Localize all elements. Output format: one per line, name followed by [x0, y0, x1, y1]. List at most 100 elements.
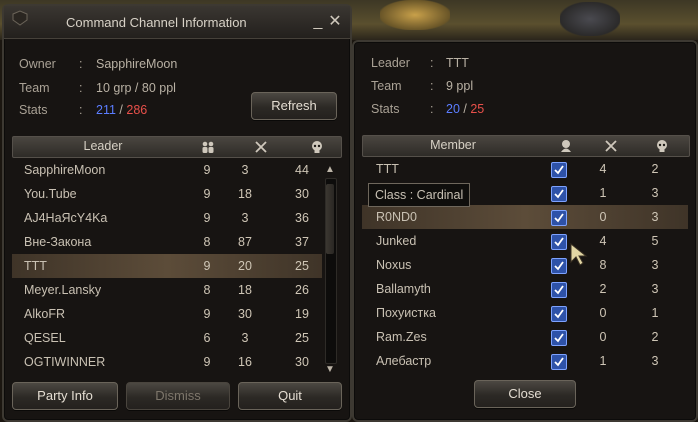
class-checkbox-icon[interactable] — [551, 330, 567, 346]
separator: : — [430, 56, 434, 70]
refresh-button[interactable]: Refresh — [251, 92, 337, 120]
stats-label: Stats — [371, 102, 400, 116]
window-title: Command Channel Information — [66, 15, 247, 30]
class-tooltip: Class : Cardinal — [368, 183, 471, 207]
deaths-count: 3 — [651, 186, 659, 200]
leader-name: Вне-Закона — [24, 235, 92, 249]
close-x-button[interactable]: ✕ — [327, 14, 343, 30]
separator: : — [430, 102, 434, 116]
leader-row[interactable]: SapphireMoon 9 3 44 — [12, 158, 322, 182]
class-checkbox-icon[interactable] — [551, 306, 567, 322]
class-checkbox-icon[interactable] — [551, 162, 567, 178]
class-checkbox-icon[interactable] — [551, 258, 567, 274]
deaths-count: 5 — [651, 234, 659, 248]
crossed-swords-icon[interactable] — [254, 140, 268, 154]
leader-row[interactable]: Вне-Закона 8 87 37 — [12, 230, 322, 254]
class-checkbox-icon[interactable] — [551, 210, 567, 226]
stats-label: Stats — [19, 103, 48, 117]
class-checkbox-icon[interactable] — [551, 186, 567, 202]
member-name: Ram.Zes — [376, 330, 427, 344]
leader-row[interactable]: Meyer.Lansky 8 18 26 — [12, 278, 322, 302]
deaths-count: 19 — [295, 307, 309, 321]
member-name: R0ND0 — [376, 210, 417, 224]
leader-row[interactable]: QESEL 6 3 25 — [12, 326, 322, 350]
mouse-cursor-icon — [570, 242, 588, 266]
leader-name: TTT — [24, 259, 47, 273]
stats-current: 20 — [446, 102, 460, 116]
leader-row[interactable]: OGTIWINNER 9 16 30 — [12, 350, 322, 374]
stats-slash: / — [463, 102, 467, 116]
leader-row[interactable]: TTT 9 20 25 — [12, 254, 322, 278]
close-button[interactable]: Close — [474, 380, 576, 408]
leader-name: Meyer.Lansky — [24, 283, 102, 297]
quit-button[interactable]: Quit — [238, 382, 342, 410]
leader-name: AJ4HaЯcY4Ka — [24, 211, 108, 225]
deaths-count: 30 — [295, 355, 309, 369]
member-row[interactable]: Noxus 8 3 — [362, 253, 688, 277]
member-row[interactable]: Похуистка 0 1 — [362, 301, 688, 325]
class-checkbox-icon[interactable] — [551, 282, 567, 298]
deaths-count: 2 — [651, 330, 659, 344]
column-leader[interactable]: Leader — [43, 139, 163, 153]
class-checkbox-icon[interactable] — [551, 234, 567, 250]
separator: : — [79, 81, 83, 95]
separator: : — [430, 79, 434, 93]
party-members-icon[interactable] — [201, 140, 215, 154]
party-size: 8 — [203, 283, 211, 297]
party-members-window: Leader : TTT Team : 9 ppl Stats : 20 / 2… — [352, 40, 698, 422]
stats-value: 211 / 286 — [96, 103, 147, 117]
team-value: 9 ppl — [446, 79, 474, 93]
kills-count: 18 — [238, 187, 252, 201]
scroll-up-icon[interactable]: ▲ — [324, 164, 336, 176]
member-row[interactable]: Алебастр 1 3 — [362, 349, 688, 373]
leader-row[interactable]: You.Tube 9 18 30 — [12, 182, 322, 206]
window-titlebar[interactable]: Command Channel Information _ ✕ — [4, 6, 350, 39]
leader-list: SapphireMoon 9 3 44 You.Tube 9 18 30 AJ4HaЯcY4Ka… — [12, 158, 322, 374]
member-row[interactable]: Ballamyth 2 3 — [362, 277, 688, 301]
owner-label: Owner — [19, 57, 56, 71]
dismiss-button[interactable]: Dismiss — [126, 382, 230, 410]
column-member[interactable]: Member — [393, 138, 513, 152]
kills-count: 4 — [599, 234, 607, 248]
member-row[interactable]: TTT 4 2 — [362, 157, 688, 181]
game-character-sprite — [380, 0, 450, 30]
minimize-button[interactable]: _ — [310, 14, 326, 30]
stats-slash: / — [119, 103, 123, 117]
member-row[interactable]: R0ND0 0 3 — [362, 205, 688, 229]
kills-count: 18 — [238, 283, 252, 297]
party-size: 9 — [203, 211, 211, 225]
leader-name: QESEL — [24, 331, 66, 345]
party-size: 9 — [203, 163, 211, 177]
member-name: TTT — [376, 162, 399, 176]
game-character-sprite — [560, 2, 620, 36]
deaths-count: 3 — [651, 354, 659, 368]
leader-list-scrollbar[interactable]: ▲ ▼ — [322, 164, 338, 376]
deaths-count: 1 — [651, 306, 659, 320]
class-checkbox-icon[interactable] — [551, 354, 567, 370]
party-info-button[interactable]: Party Info — [12, 382, 118, 410]
deaths-count: 36 — [295, 211, 309, 225]
kills-count: 8 — [599, 258, 607, 272]
crossed-swords-icon[interactable] — [604, 139, 618, 153]
command-channel-window: Command Channel Information _ ✕ Owner : … — [2, 4, 352, 422]
kills-count: 3 — [241, 163, 249, 177]
party-size: 9 — [203, 307, 211, 321]
stats-max: 286 — [126, 103, 148, 117]
skull-icon[interactable] — [310, 140, 324, 154]
kills-count: 3 — [241, 211, 249, 225]
member-row[interactable]: Ram.Zes 0 2 — [362, 325, 688, 349]
team-label: Team — [19, 81, 50, 95]
member-name: Noxus — [376, 258, 412, 272]
leader-row[interactable]: AlkoFR 9 30 19 — [12, 302, 322, 326]
deaths-count: 3 — [651, 282, 659, 296]
leader-row[interactable]: AJ4HaЯcY4Ka 9 3 36 — [12, 206, 322, 230]
skull-icon[interactable] — [655, 139, 669, 153]
member-table-header: Member — [362, 135, 690, 157]
party-size: 9 — [203, 355, 211, 369]
scroll-down-icon[interactable]: ▼ — [324, 364, 336, 376]
team-label: Team — [371, 79, 402, 93]
scroll-thumb[interactable] — [326, 184, 334, 254]
member-row[interactable]: Junked 4 5 — [362, 229, 688, 253]
class-icon[interactable] — [559, 139, 573, 153]
kills-count: 0 — [599, 306, 607, 320]
